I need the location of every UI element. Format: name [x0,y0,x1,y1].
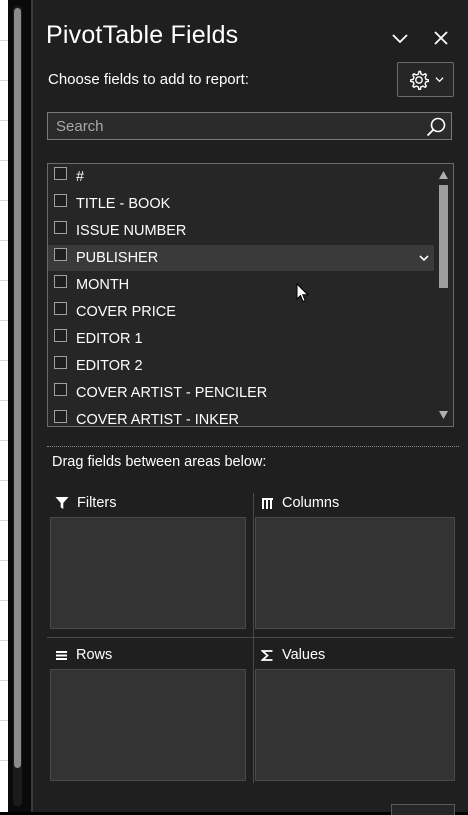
rows-area-header: Rows [55,647,112,663]
field-item[interactable]: EDITOR 1 [48,326,434,352]
values-area-label: Values [282,647,326,663]
pivottable-fields-pane: PivotTable Fields Choose fields to add t… [33,0,468,815]
gridline [0,440,8,441]
field-label: COVER ARTIST - INKER [76,412,240,427]
values-area-header: Values [261,647,325,663]
field-label: COVER ARTIST - PENCILER [76,385,268,401]
field-checkbox[interactable] [54,383,67,396]
search-input[interactable] [48,113,418,139]
mouse-cursor-icon [296,283,310,303]
drag-fields-label: Drag fields between areas below: [52,454,267,470]
gridline [0,400,8,401]
gridline [0,280,8,281]
field-checkbox[interactable] [54,410,67,423]
gridline [0,560,8,561]
field-checkbox[interactable] [54,302,67,315]
field-item[interactable]: ISSUE NUMBER [48,218,434,244]
filters-drop-area[interactable] [50,517,246,629]
field-label: EDITOR 1 [76,331,143,347]
field-item[interactable]: MONTH [48,272,434,298]
gridline [0,80,8,81]
gridline [0,600,8,601]
field-label: PUBLISHER [76,250,159,266]
gridline [0,320,8,321]
worksheet-scroll-thumb[interactable] [14,8,21,768]
columns-icon [262,497,273,509]
scroll-down-arrow-icon[interactable] [438,410,449,420]
columns-area-header: Columns [261,495,339,511]
field-label: # [76,169,85,185]
gridline [0,480,8,481]
gridline [0,520,8,521]
gridline [0,120,8,121]
field-item[interactable]: PUBLISHER [48,245,434,271]
pane-splitter[interactable] [47,446,459,447]
field-checkbox[interactable] [54,221,67,234]
filters-area-label: Filters [77,495,117,511]
field-item[interactable]: TITLE - BOOK [48,191,434,217]
gridline [0,240,8,241]
rows-icon [56,650,67,660]
field-label: MONTH [76,277,130,293]
collapse-pane-button[interactable] [388,26,412,50]
chevron-down-icon [434,77,444,83]
search-icon[interactable] [425,116,447,138]
gridline [0,640,8,641]
field-search-box[interactable] [47,112,452,140]
columns-drop-area[interactable] [255,517,455,629]
close-icon [434,31,448,45]
gridline [0,760,8,761]
area-divider-horizontal [47,637,454,638]
field-label: ISSUE NUMBER [76,223,187,239]
chevron-down-icon [392,34,408,44]
close-pane-button[interactable] [429,26,453,50]
field-checkbox[interactable] [54,275,67,288]
values-drop-area[interactable] [255,669,455,781]
gridline [0,720,8,721]
sigma-icon [261,649,273,661]
field-item[interactable]: COVER PRICE [48,299,434,325]
field-list-scroll-thumb[interactable] [439,185,448,288]
gridline [0,200,8,201]
field-list-scrollbar[interactable] [435,165,452,425]
worksheet-strip [0,0,31,812]
field-checkbox[interactable] [54,329,67,342]
field-label: EDITOR 2 [76,358,143,374]
pane-title: PivotTable Fields [46,21,239,49]
gear-icon [409,70,429,90]
rows-drop-area[interactable] [50,669,246,781]
filter-funnel-icon [55,497,69,509]
field-checkbox[interactable] [54,167,67,180]
gridline [0,680,8,681]
field-list: # TITLE - BOOK ISSUE NUMBER PUBLISHER MO… [47,163,454,427]
scroll-up-arrow-icon[interactable] [438,170,449,180]
worksheet-edge [0,0,8,812]
filters-area-header: Filters [55,495,116,511]
field-item[interactable]: COVER ARTIST - PENCILER [48,380,434,406]
field-checkbox[interactable] [54,356,67,369]
field-label: COVER PRICE [76,304,176,320]
rows-area-label: Rows [76,647,113,663]
gridline [0,360,8,361]
columns-area-label: Columns [282,495,340,511]
choose-fields-label: Choose fields to add to report: [48,71,249,88]
field-settings-button[interactable] [397,62,454,97]
field-label: TITLE - BOOK [76,196,171,212]
gridline [0,40,8,41]
field-item[interactable]: EDITOR 2 [48,353,434,379]
chevron-down-icon[interactable] [418,252,430,264]
gridline [0,160,8,161]
field-item[interactable]: # [48,164,434,190]
field-item[interactable]: COVER ARTIST - INKER [48,407,434,427]
update-button[interactable] [391,804,455,815]
field-checkbox[interactable] [54,248,67,261]
field-checkbox[interactable] [54,194,67,207]
area-divider-vertical [253,493,254,783]
